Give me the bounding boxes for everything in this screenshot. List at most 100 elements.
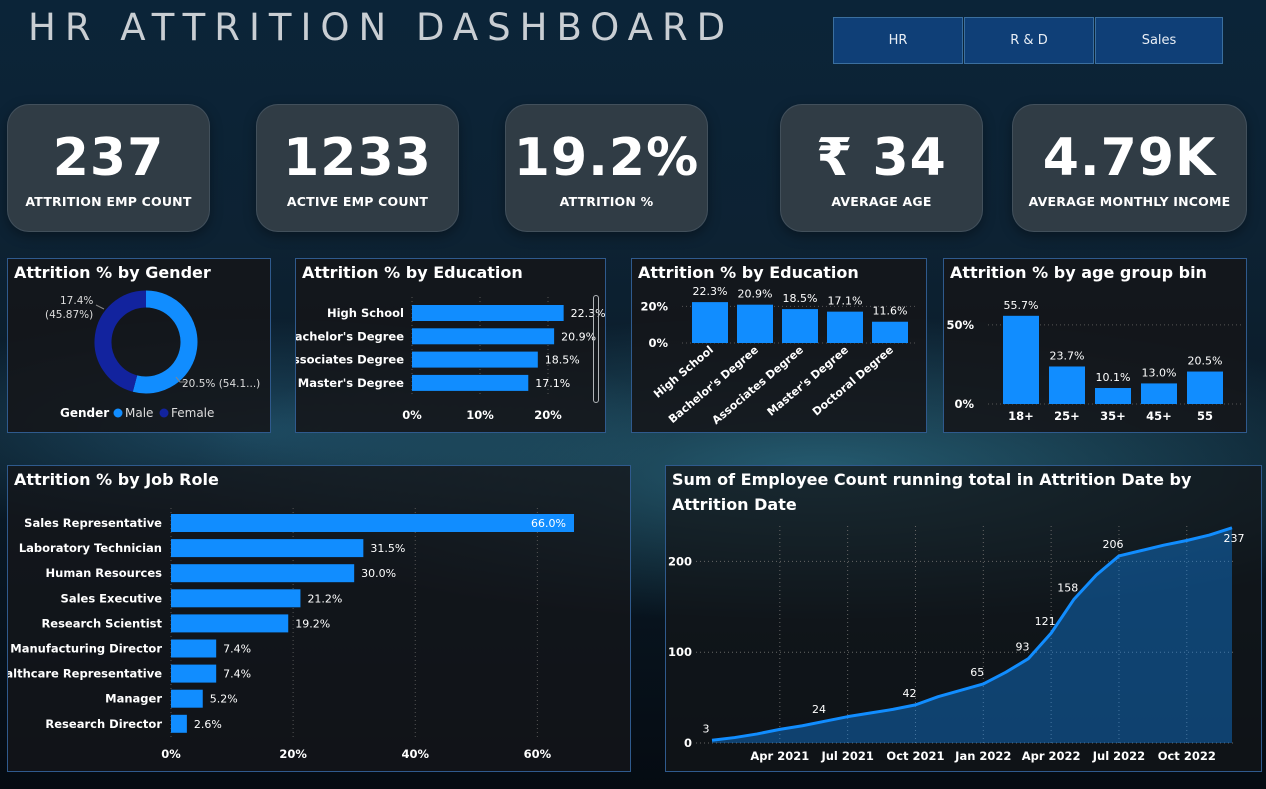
kpi-label: ATTRITION % <box>559 193 654 209</box>
data-label: 17.1% <box>828 295 863 308</box>
data-label: 22.3% <box>571 307 605 320</box>
bar <box>1187 371 1223 404</box>
bar <box>872 321 908 343</box>
bar <box>782 309 818 343</box>
data-label: 11.6% <box>873 305 908 318</box>
y-tick-label: 50% <box>946 318 974 332</box>
bar <box>737 304 773 343</box>
bar <box>412 328 555 345</box>
kpi-label: AVERAGE MONTHLY INCOME <box>1028 193 1231 209</box>
slice-male <box>132 290 198 394</box>
data-label: 30.0% <box>361 567 396 580</box>
data-label: 20.5% <box>1188 355 1223 368</box>
leader-line <box>95 304 105 310</box>
bar <box>1003 315 1039 404</box>
slicer-button-hr[interactable]: HR <box>833 17 963 64</box>
x-tick-label: 40% <box>401 747 429 761</box>
kpi-value: 4.79K <box>1042 127 1217 188</box>
running-total-area-chart: 0 100 200 Apr 2021 Jul 2021 Oct 2021 Jan 2022 A… <box>668 526 1245 763</box>
data-label: 10.1% <box>1096 371 1131 384</box>
kpi-value: 237 <box>52 127 165 188</box>
age-column-chart: 50% 0% 55.7% 18+ 23.7% 25+ 10.1% 35+ 13.0% 45+ 20.… <box>946 299 1242 423</box>
kpi-label: AVERAGE AGE <box>831 193 932 209</box>
scrollbar[interactable] <box>593 295 599 403</box>
data-label: 55.7% <box>1004 299 1039 312</box>
slice-label: 17.4% <box>60 295 93 307</box>
legend-title: Gender <box>60 406 109 420</box>
legend-label: Male <box>125 406 153 420</box>
category-label: Sales Executive <box>61 591 163 605</box>
education-bar-chart: 0% 10% 20% High School 22.3% Bachelor's Degre… <box>296 297 605 422</box>
data-label: 17.1% <box>535 377 570 390</box>
legend-label: Female <box>171 406 214 420</box>
data-label: 5.2% <box>210 693 238 706</box>
x-tick-label: Jul 2022 <box>1092 749 1145 763</box>
point-label: 121 <box>1035 615 1056 628</box>
point-label: 206 <box>1102 538 1123 551</box>
kpi-card-average-age: ₹ 34 AVERAGE AGE <box>780 104 983 232</box>
x-tick-label: Oct 2021 <box>886 749 944 763</box>
kpi-label: ATTRITION EMP COUNT <box>25 193 192 209</box>
point-label: 158 <box>1057 582 1078 595</box>
bar <box>171 639 217 658</box>
bar <box>692 302 728 343</box>
chart-age-group: Attrition % by age group bin 50% 0% 55.7% 1… <box>943 258 1247 433</box>
data-label: 21.2% <box>307 592 342 605</box>
y-tick-label: 20% <box>640 299 668 313</box>
y-tick-label: 0% <box>648 336 668 350</box>
x-tick-label: 60% <box>524 747 552 761</box>
bar <box>827 311 863 343</box>
category-label: Laboratory Technician <box>19 541 162 555</box>
kpi-value: ₹ 34 <box>816 127 947 188</box>
bar <box>171 689 203 708</box>
data-label: 18.5% <box>545 354 580 367</box>
category-label: 45+ <box>1146 409 1172 423</box>
data-label: 19.2% <box>295 617 330 630</box>
slice-female <box>94 290 147 392</box>
bar <box>1095 388 1131 404</box>
x-tick-label: Oct 2022 <box>1158 749 1216 763</box>
kpi-card-average-income: 4.79K AVERAGE MONTHLY INCOME <box>1012 104 1247 232</box>
category-label: Manager <box>105 692 162 706</box>
legend-marker-female <box>159 408 169 418</box>
bar <box>171 714 187 733</box>
category-label: Master's Degree <box>298 376 404 390</box>
x-tick-label: Apr 2022 <box>1022 749 1081 763</box>
bar <box>1141 383 1177 404</box>
bar <box>171 564 355 583</box>
chart-running-total: Sum of Employee Count running total in A… <box>665 465 1262 772</box>
chart-education-vertical: Attrition % by Education 20% 0% 22.3% High … <box>631 258 927 433</box>
data-label: 13.0% <box>1142 366 1177 379</box>
category-label: Research Director <box>45 717 162 731</box>
category-label: Human Resources <box>46 566 163 580</box>
data-label: 18.5% <box>783 292 818 305</box>
slice-label: 20.5% (54.1...) <box>182 378 260 390</box>
point-label: 42 <box>902 687 916 700</box>
slicer-button-sales[interactable]: Sales <box>1095 17 1223 64</box>
data-label: 20.9% <box>738 288 773 301</box>
data-label: 7.4% <box>223 643 251 656</box>
x-tick-label: 10% <box>466 408 494 422</box>
x-tick-label: 0% <box>161 747 181 761</box>
kpi-card-attrition-percent: 19.2% ATTRITION % <box>505 104 708 232</box>
chart-gender: Attrition % by Gender 20.5% (54.1...) 17.… <box>7 258 271 433</box>
slice-label: (45.87%) <box>45 309 93 321</box>
bar <box>171 589 301 608</box>
area-fill <box>712 527 1232 743</box>
x-tick-label: 0% <box>402 408 422 422</box>
data-label: 31.5% <box>370 542 405 555</box>
job-role-bar-chart: 0% 20% 40% 60% Sales Representative 66.0% Labo… <box>8 508 574 761</box>
point-label: 65 <box>970 666 984 679</box>
category-label: 18+ <box>1008 409 1034 423</box>
category-label: Associates Degree <box>296 353 404 367</box>
bar <box>412 305 564 321</box>
kpi-card-active-count: 1233 ACTIVE EMP COUNT <box>256 104 459 232</box>
category-label: 35+ <box>1100 409 1126 423</box>
bar <box>412 351 538 368</box>
category-label: Healthcare Representative <box>8 667 162 681</box>
category-label: 25+ <box>1054 409 1080 423</box>
slicer-button-rnd[interactable]: R & D <box>964 17 1094 64</box>
x-tick-label: 20% <box>534 408 562 422</box>
data-label: 22.3% <box>693 285 728 298</box>
category-label: Master's Degree <box>765 343 851 418</box>
